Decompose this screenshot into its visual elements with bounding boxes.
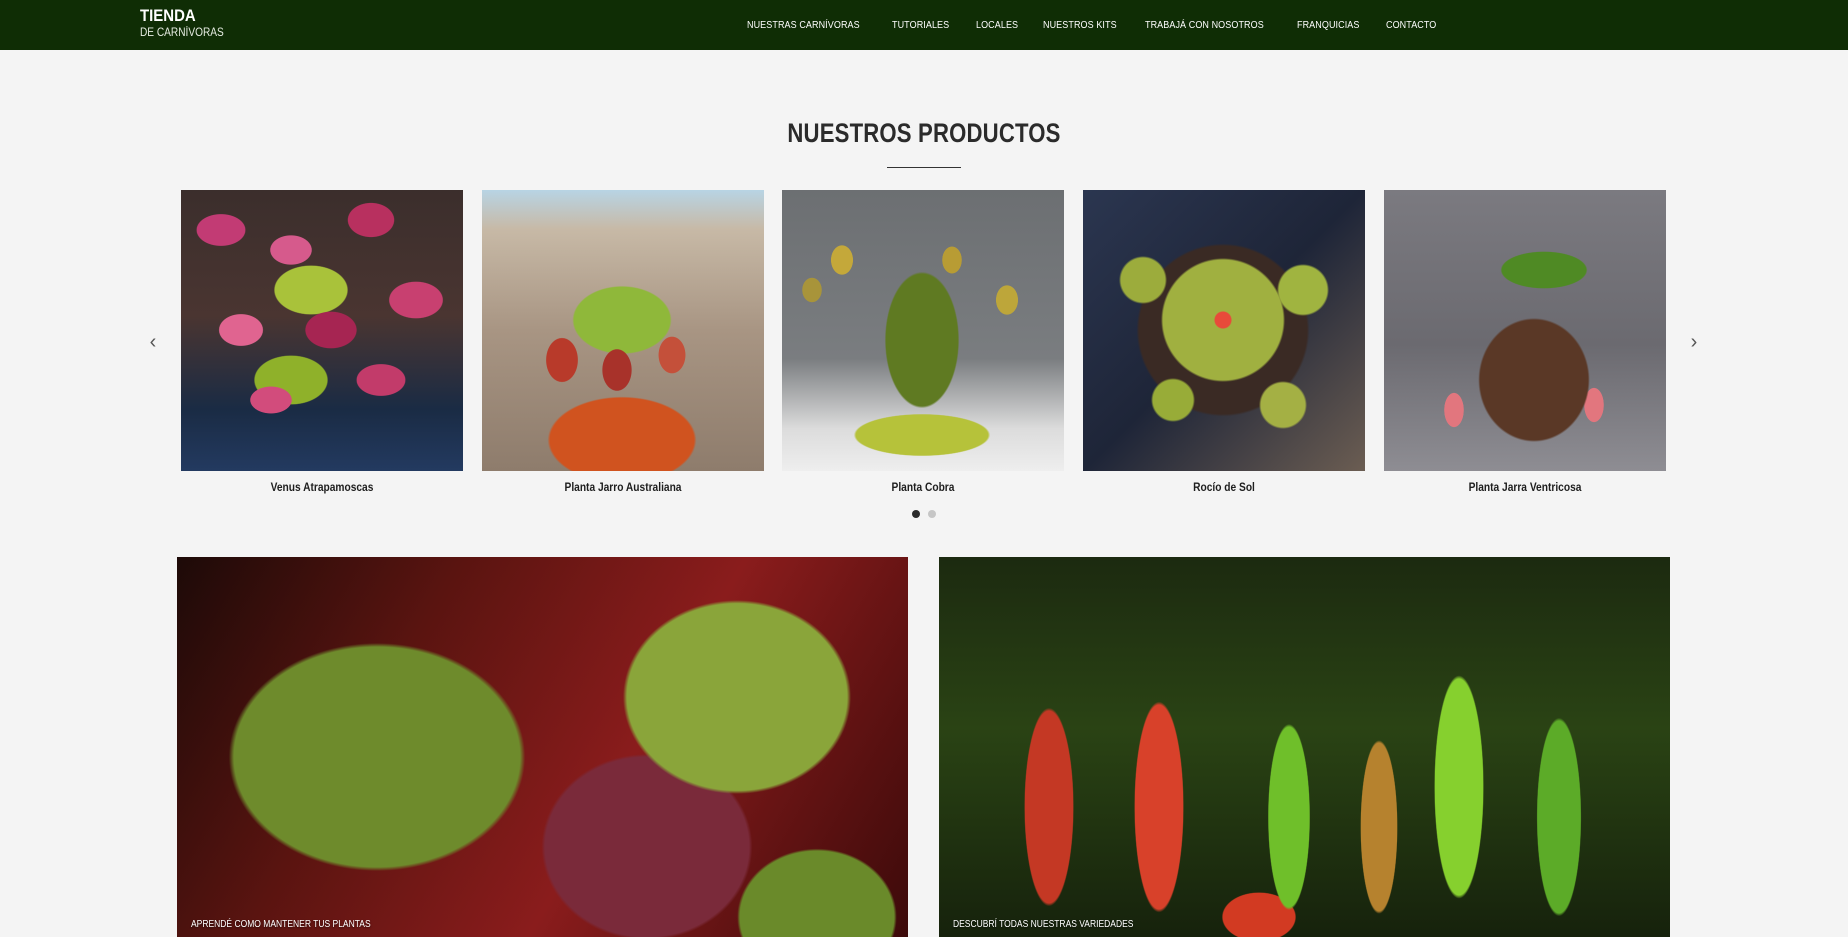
product-card-planta-jarro-australiana[interactable]: Planta Jarro Australiana [482, 190, 764, 494]
product-image-rocio-de-sol[interactable] [1083, 190, 1365, 471]
nav-link-contacto[interactable]: CONTACTO [1386, 20, 1436, 31]
product-name[interactable]: Rocío de Sol [1104, 480, 1344, 494]
feature-card-care-tutorials[interactable]: APRENDÉ COMO MANTENER TUS PLANTAS [177, 557, 908, 937]
brand-logo-link[interactable]: TIENDA DE CARNÍVORAS [140, 6, 235, 40]
top-navbar: TIENDA DE CARNÍVORAS NUESTRAS CARNÍVORAS… [0, 0, 1848, 50]
feature-caption: DESCUBRÍ TODAS NUESTRAS VARIEDADES [953, 919, 1134, 930]
product-name[interactable]: Venus Atrapamoscas [202, 480, 442, 494]
nav-link-trabaja-con-nosotros[interactable]: TRABAJÁ CON NOSOTROS [1145, 20, 1264, 31]
carousel-dot-2[interactable] [928, 510, 936, 518]
feature-caption: APRENDÉ COMO MANTENER TUS PLANTAS [191, 919, 371, 930]
product-image-planta-jarro-australiana[interactable] [482, 190, 764, 471]
title-underline [887, 167, 961, 168]
carousel-prev-arrow-icon[interactable]: ‹ [143, 330, 163, 354]
product-name[interactable]: Planta Jarra Ventricosa [1405, 480, 1645, 494]
product-card-planta-cobra[interactable]: Planta Cobra [782, 190, 1064, 494]
brand-title: TIENDA [140, 6, 196, 25]
carousel-dot-1[interactable] [912, 510, 920, 518]
product-image-planta-cobra[interactable] [782, 190, 1064, 471]
product-image-planta-jarra-ventricosa[interactable] [1384, 190, 1666, 471]
products-section-title: NUESTROS PRODUCTOS [787, 118, 1061, 148]
product-card-venus-atrapamoscas[interactable]: Venus Atrapamoscas [181, 190, 463, 494]
product-name[interactable]: Planta Jarro Australiana [503, 480, 743, 494]
nav-link-nuestras-carnivoras[interactable]: NUESTRAS CARNÍVORAS [747, 20, 860, 31]
product-card-planta-jarra-ventricosa[interactable]: Planta Jarra Ventricosa [1384, 190, 1666, 494]
brand-subtitle: DE CARNÍVORAS [140, 27, 224, 39]
carousel-next-arrow-icon[interactable]: › [1684, 330, 1704, 354]
product-name[interactable]: Planta Cobra [803, 480, 1043, 494]
feature-card-varieties[interactable]: DESCUBRÍ TODAS NUESTRAS VARIEDADES [939, 557, 1670, 937]
nav-link-tutoriales[interactable]: TUTORIALES [892, 20, 949, 31]
carousel-pagination [912, 510, 936, 518]
main-nav: NUESTRAS CARNÍVORAS TUTORIALES LOCALES N… [747, 0, 1462, 50]
nav-link-nuestros-kits[interactable]: NUESTROS KITS [1043, 20, 1117, 31]
product-card-rocio-de-sol[interactable]: Rocío de Sol [1083, 190, 1365, 494]
nav-link-franquicias[interactable]: FRANQUICIAS [1297, 20, 1360, 31]
nav-link-locales[interactable]: LOCALES [976, 20, 1018, 31]
product-image-venus-atrapamoscas[interactable] [181, 190, 463, 471]
